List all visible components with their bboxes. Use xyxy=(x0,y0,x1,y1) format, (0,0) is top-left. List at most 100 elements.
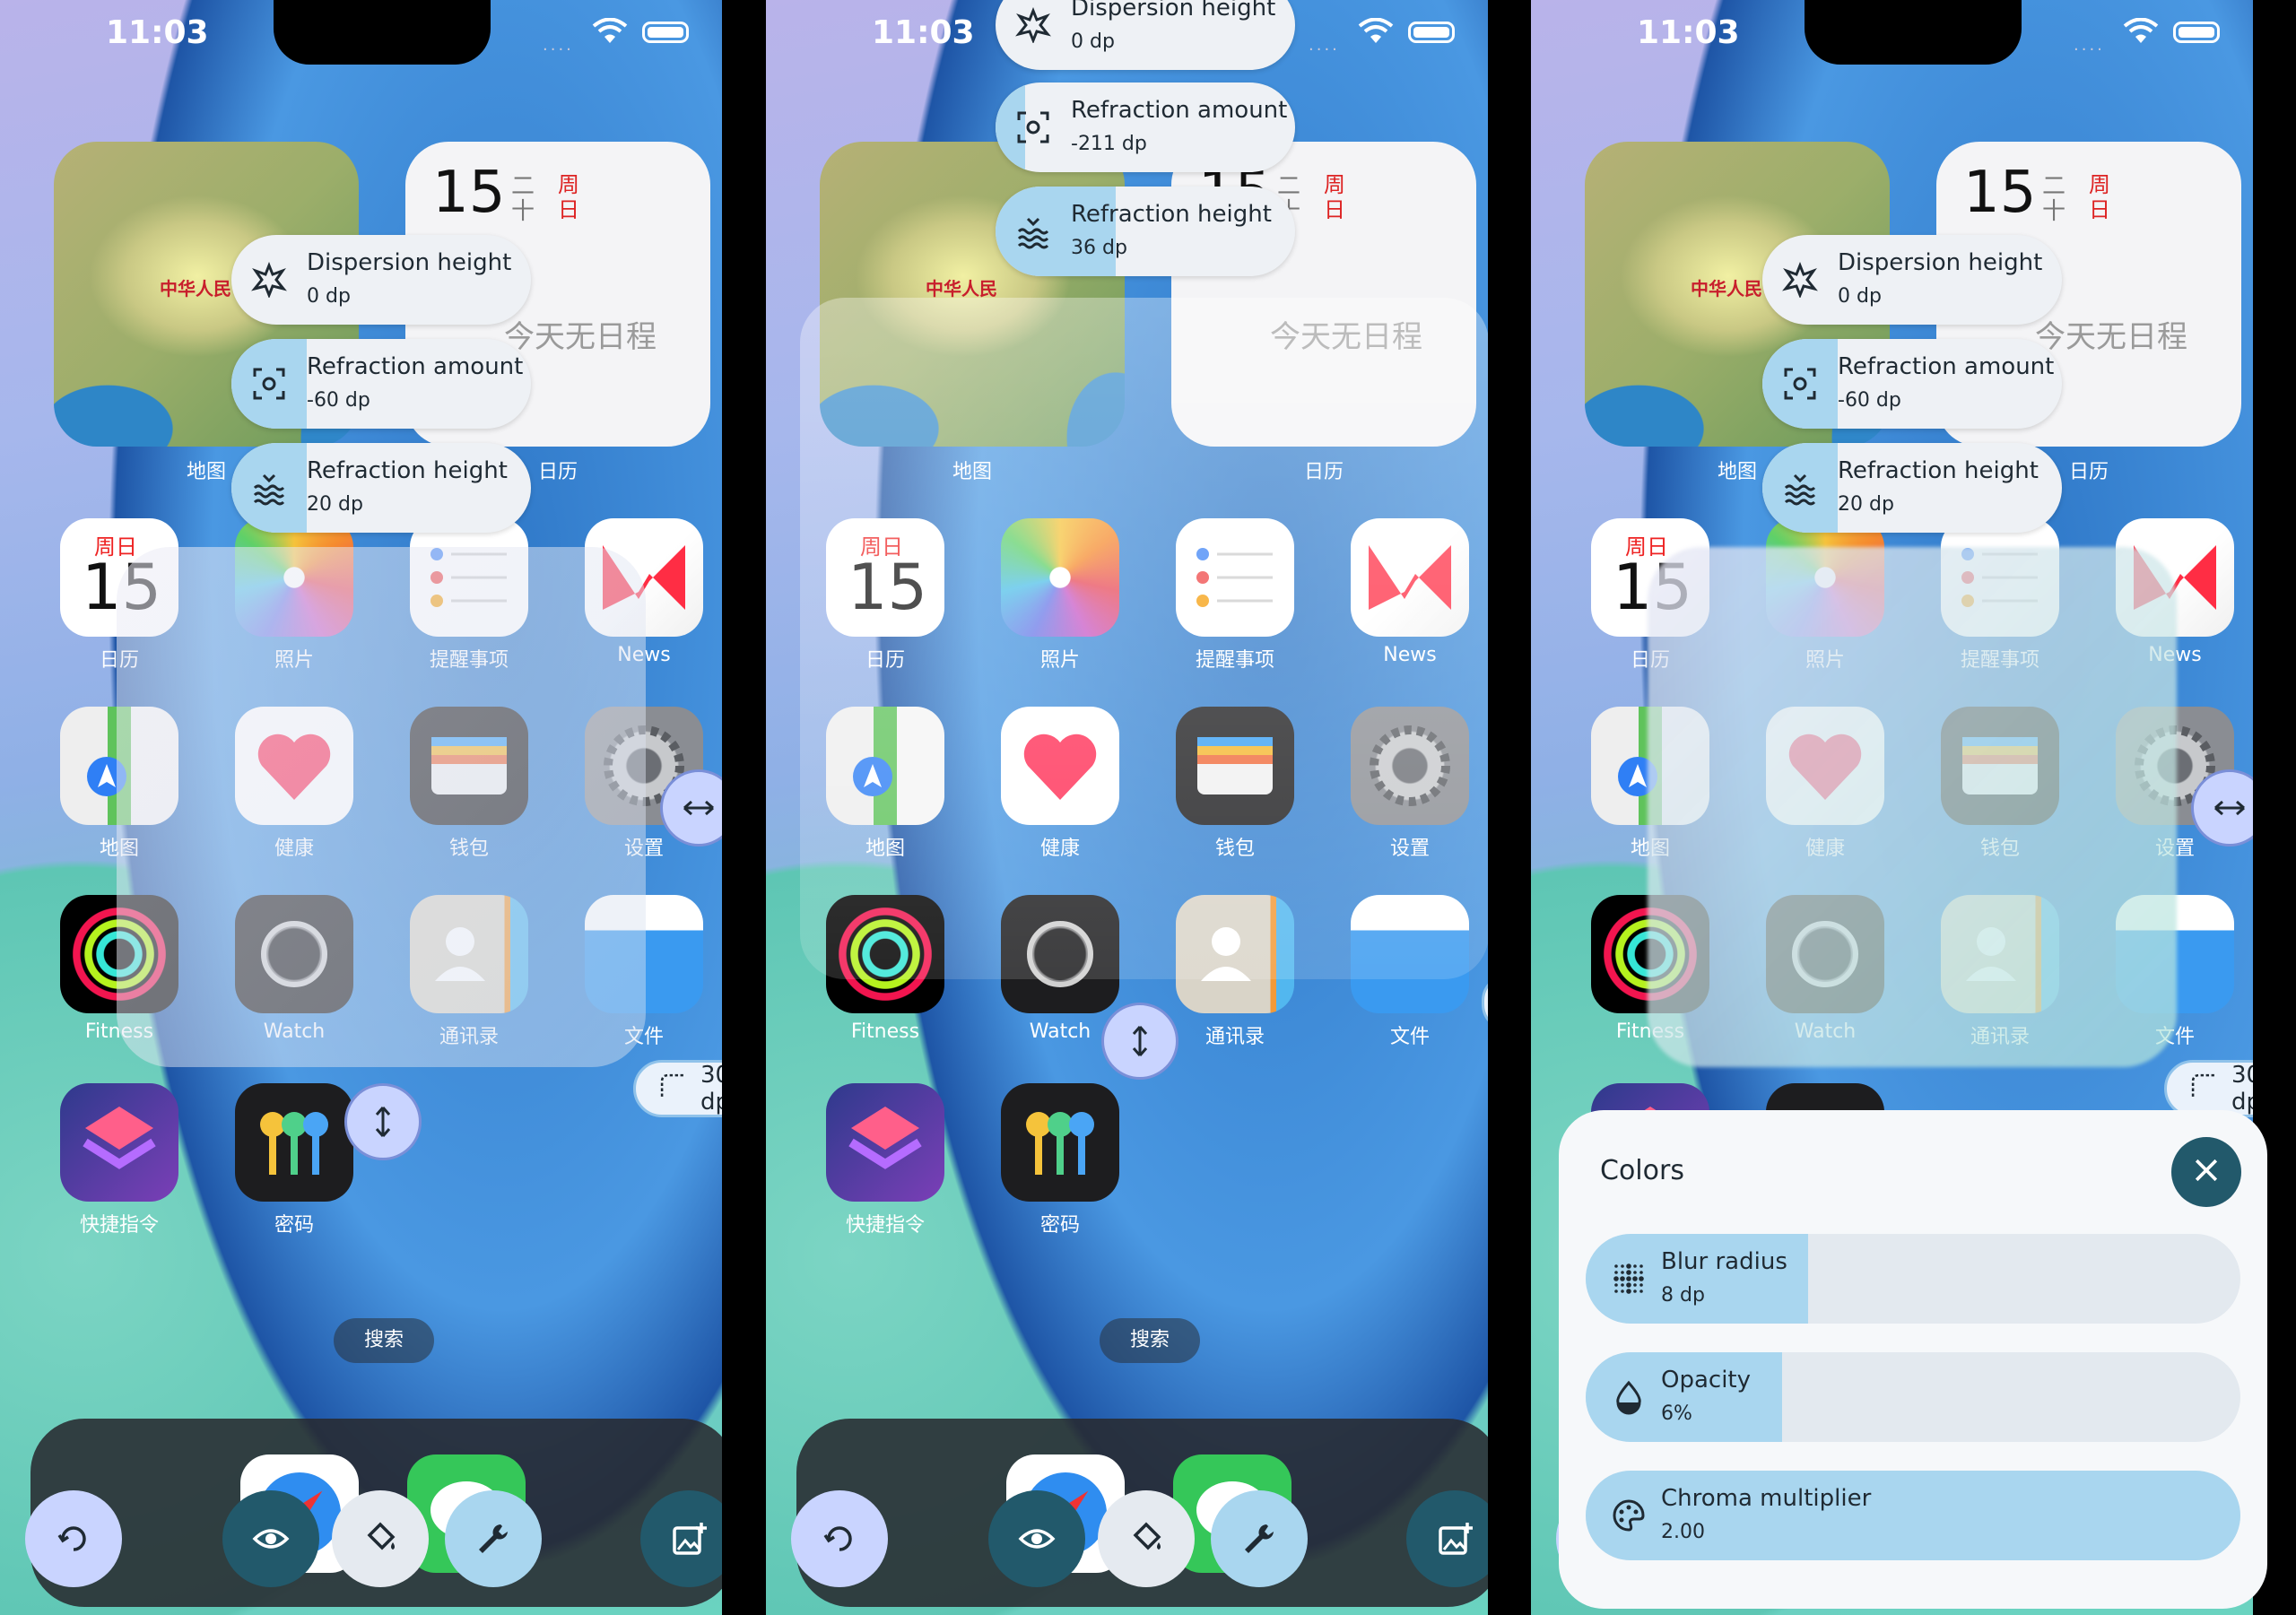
slider-value: 8 dp xyxy=(1661,1284,1705,1307)
slider-value: -60 dp xyxy=(307,389,370,412)
blur-icon xyxy=(1611,1261,1647,1297)
app-label-shortcuts: 快捷指令 xyxy=(79,1214,159,1237)
liquid-glass-panel[interactable] xyxy=(117,547,646,1067)
waves-icon xyxy=(251,470,287,506)
app-icon-shortcuts[interactable] xyxy=(60,1083,178,1202)
dispersion-icon xyxy=(1782,261,1818,300)
dispersion-icon xyxy=(251,261,287,300)
corner-radius-icon xyxy=(657,1071,688,1107)
reset-button[interactable] xyxy=(25,1490,122,1587)
slider-label: Dispersion height xyxy=(1071,0,1276,22)
sheet-title: Colors xyxy=(1600,1155,1684,1186)
wifi-icon xyxy=(592,17,628,45)
app-label-passwords: 密码 xyxy=(1039,1214,1080,1237)
focus-frame-icon xyxy=(1015,109,1051,145)
slider-value: -60 dp xyxy=(1838,389,1901,412)
colors-bottom-sheet: Colors Blur radius 8 dp Opacity 6% Chroma mul… xyxy=(1559,1110,2267,1609)
slider-label: Refraction amount xyxy=(307,353,524,380)
calendar-widget-event: 今天无日程 xyxy=(504,319,657,355)
eye-toggle-button[interactable] xyxy=(988,1490,1085,1587)
dynamic-island xyxy=(274,0,491,65)
slider-label: Opacity xyxy=(1661,1367,1752,1394)
slider-value: 2.00 xyxy=(1661,1521,1705,1543)
map-country-label: 中华人民 xyxy=(1691,278,1762,300)
slider-label: Refraction amount xyxy=(1071,97,1288,124)
blurred-glass-panel[interactable] xyxy=(1648,547,2177,1067)
slider-label: Blur radius xyxy=(1661,1248,1787,1275)
liquid-glass-panel[interactable] xyxy=(800,298,1488,979)
wrench-settings-button[interactable] xyxy=(445,1490,542,1587)
slider-value: 0 dp xyxy=(1071,30,1115,53)
focus-frame-icon xyxy=(251,366,287,402)
status-time: 11:03 xyxy=(1637,14,1740,51)
refraction-amount-slider[interactable]: Refraction amount -211 dp xyxy=(996,82,1295,172)
close-icon xyxy=(2190,1154,2222,1190)
corner-radius-handle[interactable]: 30 dp xyxy=(2164,1060,2253,1117)
app-label-fitness: Fitness xyxy=(850,1020,920,1043)
spotlight-search-button[interactable]: 搜索 xyxy=(334,1318,434,1363)
reset-button[interactable] xyxy=(791,1490,888,1587)
phone-screen-1: 11:03....中华人民地图15二十周日今天无日程日历周日15日历照片提醒事项… xyxy=(0,0,722,1615)
app-label-shortcuts: 快捷指令 xyxy=(845,1214,925,1237)
slider-fill xyxy=(996,187,1116,276)
slider-value: 0 dp xyxy=(1838,285,1882,308)
corner-radius-handle[interactable]: 30 dp xyxy=(633,1060,722,1117)
vertical-resize-handle[interactable] xyxy=(344,1083,422,1160)
corner-radius-value: 30 dp xyxy=(2231,1062,2253,1116)
corner-radius-handle[interactable] xyxy=(1482,974,1488,1031)
refraction-amount-slider[interactable]: Refraction amount -60 dp xyxy=(1762,339,2062,429)
app-label-passwords: 密码 xyxy=(274,1214,314,1237)
calendar-widget-lunar: 二十 xyxy=(511,173,535,225)
opacity-slider[interactable]: Opacity 6% xyxy=(1586,1352,2240,1442)
map-country-label: 中华人民 xyxy=(926,278,997,300)
vertical-resize-handle[interactable] xyxy=(1101,1003,1178,1080)
waves-icon xyxy=(1782,470,1818,506)
eye-toggle-button[interactable] xyxy=(222,1490,319,1587)
wrench-settings-button[interactable] xyxy=(1211,1490,1308,1587)
dispersion-height-slider[interactable]: Dispersion height 0 dp xyxy=(231,235,531,325)
dispersion-height-slider[interactable]: Dispersion height 0 dp xyxy=(996,0,1295,70)
cellular-signal-icon: .... xyxy=(2074,36,2105,55)
slider-label: Chroma multiplier xyxy=(1661,1485,1872,1512)
status-bar: 11:03.... xyxy=(1531,0,2253,67)
dispersion-icon xyxy=(1015,6,1051,45)
slider-label: Refraction height xyxy=(307,457,508,484)
app-label-files: 文件 xyxy=(1389,1026,1430,1048)
slider-label: Dispersion height xyxy=(307,249,512,276)
focus-frame-icon xyxy=(1782,366,1818,402)
app-label-contacts: 通讯录 xyxy=(1205,1026,1265,1048)
blur-radius-slider[interactable]: Blur radius 8 dp xyxy=(1586,1234,2240,1324)
cellular-signal-icon: .... xyxy=(1309,36,1340,55)
slider-value: 36 dp xyxy=(1071,237,1127,259)
status-bar: 11:03.... xyxy=(0,0,722,67)
palette-icon xyxy=(1611,1498,1647,1533)
calendar-widget-weekday: 周日 xyxy=(558,172,579,222)
corner-radius-value: 30 dp xyxy=(700,1062,722,1116)
chroma-multiplier-slider[interactable]: Chroma multiplier 2.00 xyxy=(1586,1471,2240,1560)
refraction-height-slider[interactable]: Refraction height 20 dp xyxy=(231,443,531,533)
calendar-widget-event: 今天无日程 xyxy=(2035,319,2187,355)
app-icon-passwords[interactable] xyxy=(1001,1083,1119,1202)
slider-label: Refraction height xyxy=(1838,457,2039,484)
wifi-icon xyxy=(2123,17,2159,45)
slider-label: Refraction height xyxy=(1071,201,1272,228)
refraction-amount-slider[interactable]: Refraction amount -60 dp xyxy=(231,339,531,429)
slider-value: 20 dp xyxy=(307,493,363,516)
app-icon-passwords[interactable] xyxy=(235,1083,353,1202)
slider-label: Dispersion height xyxy=(1838,249,2043,276)
slider-value: 0 dp xyxy=(307,285,351,308)
app-icon-shortcuts[interactable] xyxy=(826,1083,944,1202)
phone-screen-2: 11:03....中华人民地图15二十周日今天无日程日历周日15日历照片提醒事项… xyxy=(766,0,1488,1615)
paint-bucket-button[interactable] xyxy=(1098,1490,1195,1587)
wifi-icon xyxy=(592,17,628,43)
dispersion-height-slider[interactable]: Dispersion height 0 dp xyxy=(1762,235,2062,325)
calendar-widget-lunar: 二十 xyxy=(2042,173,2066,225)
refraction-height-slider[interactable]: Refraction height 36 dp xyxy=(996,187,1295,276)
dynamic-island xyxy=(1805,0,2022,65)
slider-value: -211 dp xyxy=(1071,133,1147,155)
battery-icon xyxy=(1408,22,1455,43)
spotlight-search-button[interactable]: 搜索 xyxy=(1100,1318,1200,1363)
close-button[interactable] xyxy=(2171,1137,2241,1207)
refraction-height-slider[interactable]: Refraction height 20 dp xyxy=(1762,443,2062,533)
paint-bucket-button[interactable] xyxy=(332,1490,429,1587)
